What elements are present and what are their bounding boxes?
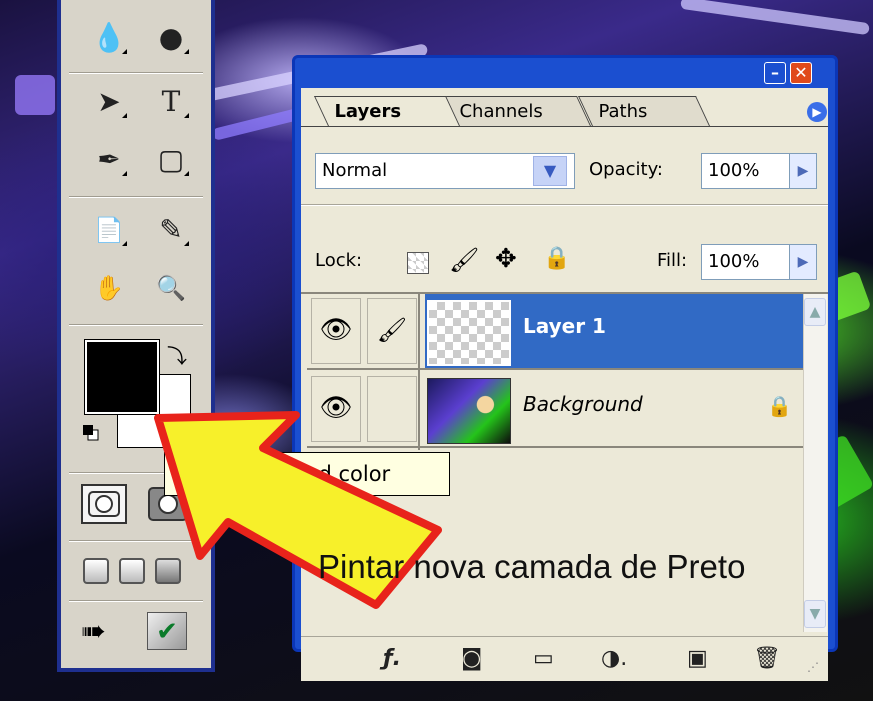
toolbox-panel: 💧 ● ➤ T ✒ ▢ 📄 ✎ ✋ 🔍 ⤵ ➠ ✔: [57, 0, 215, 672]
layer-name[interactable]: Background: [523, 392, 643, 416]
divider: [301, 204, 828, 206]
shape-tool-icon[interactable]: ▢: [151, 140, 191, 180]
layer-thumbnail: [427, 378, 511, 444]
caption-text: Pintar nova camada de Preto: [318, 548, 746, 585]
zoom-tool-icon[interactable]: 🔍: [151, 268, 191, 308]
tab-paths[interactable]: Paths: [578, 96, 710, 126]
layer-thumbnail: [427, 300, 511, 366]
toolbox-divider: [69, 324, 203, 326]
notes-tool-icon[interactable]: 📄: [89, 210, 129, 250]
layer-name[interactable]: Layer 1: [523, 314, 606, 338]
opacity-field[interactable]: 100%: [701, 153, 803, 189]
column-divider: [418, 294, 420, 450]
eye-icon[interactable]: 👁: [311, 376, 361, 442]
fill-field[interactable]: 100%: [701, 244, 803, 280]
path-selection-tool-icon[interactable]: ➤: [89, 82, 129, 122]
lock-image-pixels-icon[interactable]: 🖌: [449, 246, 479, 274]
palette-menu-icon[interactable]: ▶: [807, 102, 827, 122]
layer-row-background[interactable]: 👁 Background 🔒: [307, 372, 803, 448]
lock-label: Lock:: [315, 250, 363, 271]
layers-scrollbar[interactable]: ▲ ▼: [803, 294, 827, 632]
default-colors-icon[interactable]: [83, 425, 99, 441]
layer-style-icon[interactable]: ƒ.: [383, 646, 401, 671]
lock-position-icon[interactable]: ✥: [495, 244, 517, 274]
tab-channels[interactable]: Channels: [439, 96, 591, 126]
brush-icon[interactable]: 🖌: [367, 298, 417, 364]
full-screen-menu-mode-icon[interactable]: [119, 558, 145, 584]
lock-transparent-pixels-icon[interactable]: [407, 252, 429, 274]
dodge-tool-icon[interactable]: ●: [151, 18, 191, 58]
eye-icon[interactable]: 👁: [311, 298, 361, 364]
fill-label: Fill:: [657, 250, 688, 271]
standard-mode-button[interactable]: [81, 484, 127, 524]
opacity-label: Opacity:: [589, 159, 663, 180]
adjustment-layer-icon[interactable]: ◑.: [601, 646, 627, 671]
eyedropper-tool-icon[interactable]: ✎: [151, 210, 191, 250]
toolbox-divider: [69, 196, 203, 198]
foreground-color-swatch[interactable]: [84, 339, 160, 415]
tab-layers[interactable]: Layers: [314, 96, 460, 126]
pen-tool-icon[interactable]: ✒: [89, 140, 129, 180]
swap-colors-icon[interactable]: ⤵: [167, 340, 187, 369]
blur-tool-icon[interactable]: 💧: [89, 18, 129, 58]
toolbox-divider: [69, 540, 203, 542]
fill-slider-arrow-icon[interactable]: ▶: [789, 244, 817, 280]
type-tool-icon[interactable]: T: [151, 82, 191, 122]
lock-all-icon[interactable]: 🔒: [543, 246, 570, 271]
hand-tool-icon[interactable]: ✋: [89, 268, 129, 308]
link-slot[interactable]: [367, 376, 417, 442]
toolbox-divider: [69, 72, 203, 74]
close-button[interactable]: ✕: [790, 62, 812, 84]
tooltip: Set foreground color: [164, 452, 450, 496]
layers-bottom-toolbar: ƒ. ◙ ▭ ◑. ▣ 🗑 ⋰: [301, 636, 828, 681]
edit-in-imageready-icon[interactable]: ✔: [147, 612, 187, 650]
divider: [301, 636, 828, 637]
add-mask-icon[interactable]: ◙: [461, 646, 482, 671]
trash-icon[interactable]: 🗑: [753, 646, 781, 671]
layer-row-layer-1[interactable]: 👁 🖌 Layer 1: [307, 294, 803, 370]
new-group-icon[interactable]: ▭: [533, 646, 554, 671]
opacity-slider-arrow-icon[interactable]: ▶: [789, 153, 817, 189]
toolbox-divider: [69, 600, 203, 602]
full-screen-mode-icon[interactable]: [155, 558, 181, 584]
lock-icon: 🔒: [767, 394, 792, 418]
scroll-down-button[interactable]: ▼: [804, 600, 826, 628]
new-layer-icon[interactable]: ▣: [687, 646, 708, 671]
minimize-button[interactable]: –: [764, 62, 786, 84]
resize-grip-icon[interactable]: ⋰: [807, 660, 819, 674]
standard-screen-mode-icon[interactable]: [83, 558, 109, 584]
chevron-down-icon[interactable]: ▼: [533, 156, 567, 186]
scroll-up-button[interactable]: ▲: [804, 298, 826, 326]
jump-to-imageready-icon[interactable]: ➠: [81, 614, 106, 649]
